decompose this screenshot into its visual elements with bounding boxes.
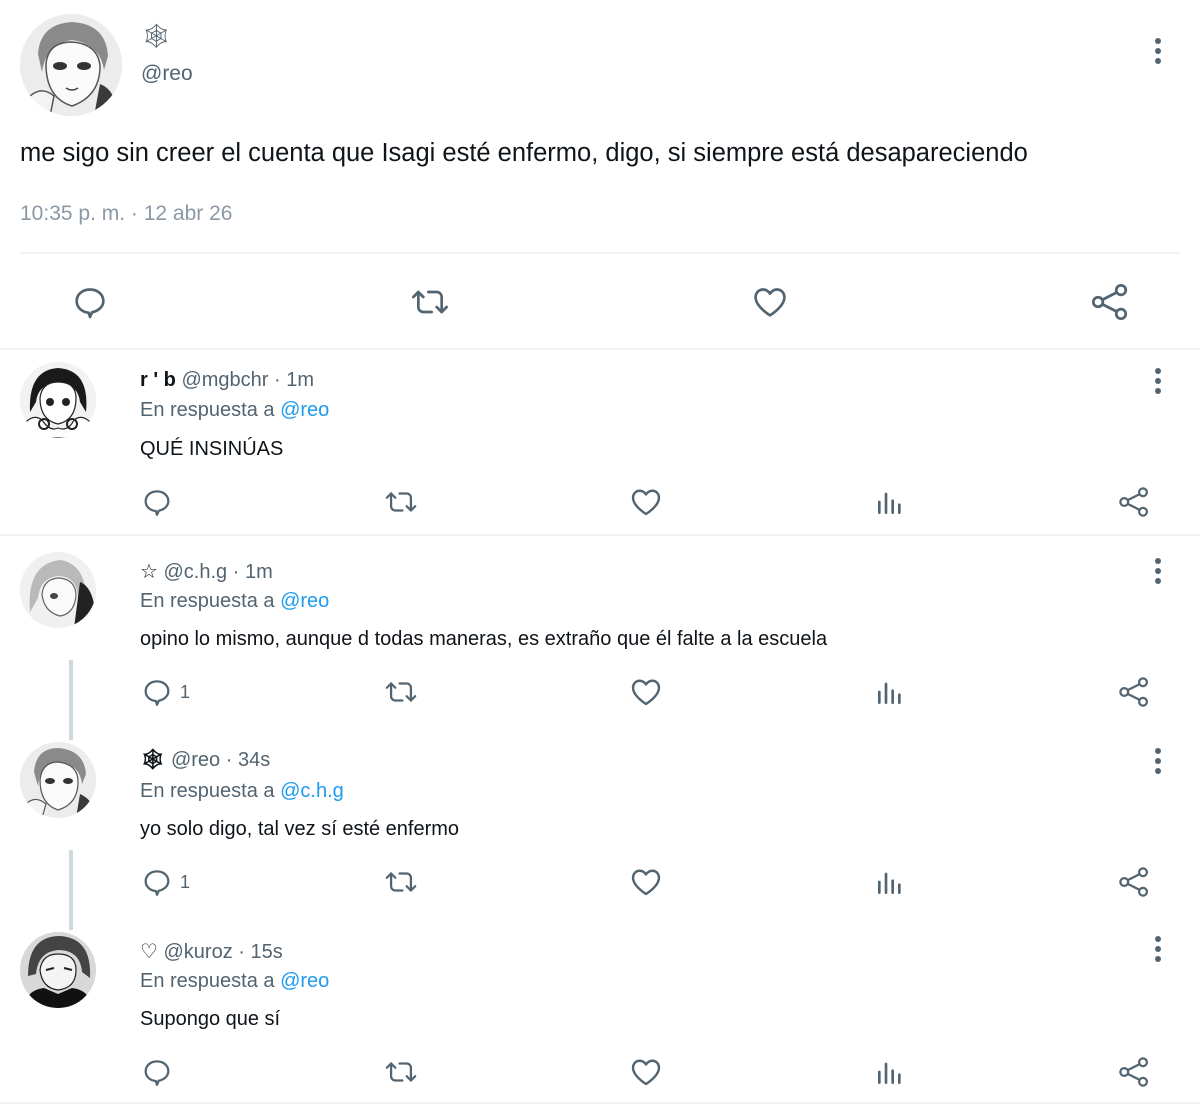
reply-header: r ' b @mgbchr · 1m (140, 368, 314, 392)
retweet-icon[interactable] (382, 1054, 420, 1090)
analytics-icon[interactable] (874, 1054, 906, 1090)
like-icon[interactable] (628, 864, 664, 900)
reply-time: · 1m (232, 561, 273, 583)
replying-to: En respuesta a @reo (140, 969, 329, 993)
mention-link[interactable]: @reo (280, 399, 329, 421)
divider (0, 348, 1200, 350)
divider (0, 1102, 1200, 1104)
like-icon[interactable] (628, 674, 664, 710)
reply-text: yo solo digo, tal vez sí esté enfermo (140, 818, 460, 840)
mention-link[interactable]: @reo (280, 590, 329, 612)
avatar-illustration (20, 14, 122, 116)
reply-icon[interactable] (68, 280, 112, 324)
reply-icon (144, 680, 170, 706)
analytics-icon[interactable] (874, 484, 906, 520)
reply-tweet[interactable]: 🕸 @reo · 34s En respuesta a @c.h.g yo so… (0, 736, 1200, 924)
username[interactable]: @mgbchr (181, 369, 268, 391)
replying-to: En respuesta a @reo (140, 398, 329, 422)
like-icon[interactable] (628, 484, 664, 520)
retweet-icon[interactable] (382, 484, 420, 520)
reply-action[interactable] (140, 484, 180, 520)
more-options-icon[interactable] (1146, 366, 1170, 396)
replying-to-label: En respuesta a (140, 970, 275, 992)
reply-header: 🕸 @reo · 34s (140, 748, 270, 772)
share-icon[interactable] (1116, 484, 1152, 520)
reply-header: ☆ @c.h.g · 1m (140, 560, 273, 584)
like-icon[interactable] (748, 280, 792, 324)
display-name[interactable]: ♡ (140, 941, 158, 963)
tweet-thread-page: 🕸 @reo me sigo sin creer el cuenta que I… (0, 0, 1200, 1106)
tweet-timestamp[interactable]: 10:35 p. m. · 12 abr 26 (20, 200, 232, 228)
display-name[interactable]: 🕸 (140, 749, 165, 771)
reply-count: 1 (180, 681, 191, 702)
mention-link[interactable]: @c.h.g (280, 780, 344, 802)
reply-icon (144, 870, 170, 896)
replying-to-label: En respuesta a (140, 399, 275, 421)
like-icon[interactable] (628, 1054, 664, 1090)
reply-text: Supongo que sí (140, 1008, 281, 1030)
reply-action[interactable]: 1 (140, 674, 190, 710)
username[interactable]: @kuroz (164, 941, 233, 963)
avatar-illustration (20, 552, 96, 628)
more-options-icon[interactable] (1146, 556, 1170, 586)
more-options-icon[interactable] (1146, 746, 1170, 776)
replying-to: En respuesta a @c.h.g (140, 779, 344, 803)
reply-action[interactable]: 1 (140, 864, 190, 900)
reply-tweet[interactable]: ☆ @c.h.g · 1m En respuesta a @reo opino … (0, 544, 1200, 732)
reply-text: opino lo mismo, aunque d todas maneras, … (140, 628, 828, 650)
reply-count: 1 (180, 871, 191, 892)
avatar[interactable] (20, 742, 96, 818)
display-name[interactable]: r ' b (140, 369, 176, 391)
display-name[interactable]: 🕸 (141, 24, 171, 50)
username[interactable]: @c.h.g (164, 561, 228, 583)
replying-to: En respuesta a @reo (140, 589, 329, 613)
share-icon[interactable] (1116, 1054, 1152, 1090)
tweet-text: me sigo sin creer el cuenta que Isagi es… (20, 139, 1028, 167)
avatar-illustration (20, 362, 96, 438)
main-tweet: 🕸 @reo me sigo sin creer el cuenta que I… (0, 0, 1200, 350)
share-icon[interactable] (1116, 674, 1152, 710)
avatar[interactable] (20, 552, 96, 628)
more-options-icon[interactable] (1146, 36, 1170, 66)
reply-time: · 15s (238, 941, 283, 963)
more-options-icon[interactable] (1146, 934, 1170, 964)
reply-action[interactable] (140, 1054, 180, 1090)
avatar[interactable] (20, 932, 96, 1008)
avatar[interactable] (20, 14, 122, 116)
reply-icon (144, 490, 170, 516)
analytics-icon[interactable] (874, 864, 906, 900)
share-icon[interactable] (1088, 280, 1132, 324)
divider (0, 534, 1200, 536)
retweet-icon[interactable] (382, 864, 420, 900)
username[interactable]: @reo (141, 61, 193, 87)
reply-tweet[interactable]: ♡ @kuroz · 15s En respuesta a @reo Supon… (0, 928, 1200, 1104)
reply-time: · 1m (274, 369, 314, 391)
divider (20, 252, 1180, 254)
reply-icon (144, 1060, 170, 1086)
reply-text: QUÉ INSINÚAS (140, 438, 284, 460)
reply-time: · 34s (225, 749, 271, 771)
analytics-icon[interactable] (874, 674, 906, 710)
replying-to-label: En respuesta a (140, 590, 275, 612)
mention-link[interactable]: @reo (280, 970, 329, 992)
share-icon[interactable] (1116, 864, 1152, 900)
reply-header: ♡ @kuroz · 15s (140, 940, 283, 964)
retweet-icon[interactable] (382, 674, 420, 710)
display-name[interactable]: ☆ (140, 561, 158, 583)
reply-tweet[interactable]: r ' b @mgbchr · 1m En respuesta a @reo Q… (0, 352, 1200, 534)
replying-to-label: En respuesta a (140, 780, 275, 802)
username[interactable]: @reo (171, 749, 220, 771)
avatar[interactable] (20, 362, 96, 438)
retweet-icon[interactable] (408, 280, 452, 324)
avatar-illustration (20, 742, 96, 818)
avatar-illustration (20, 932, 96, 1008)
